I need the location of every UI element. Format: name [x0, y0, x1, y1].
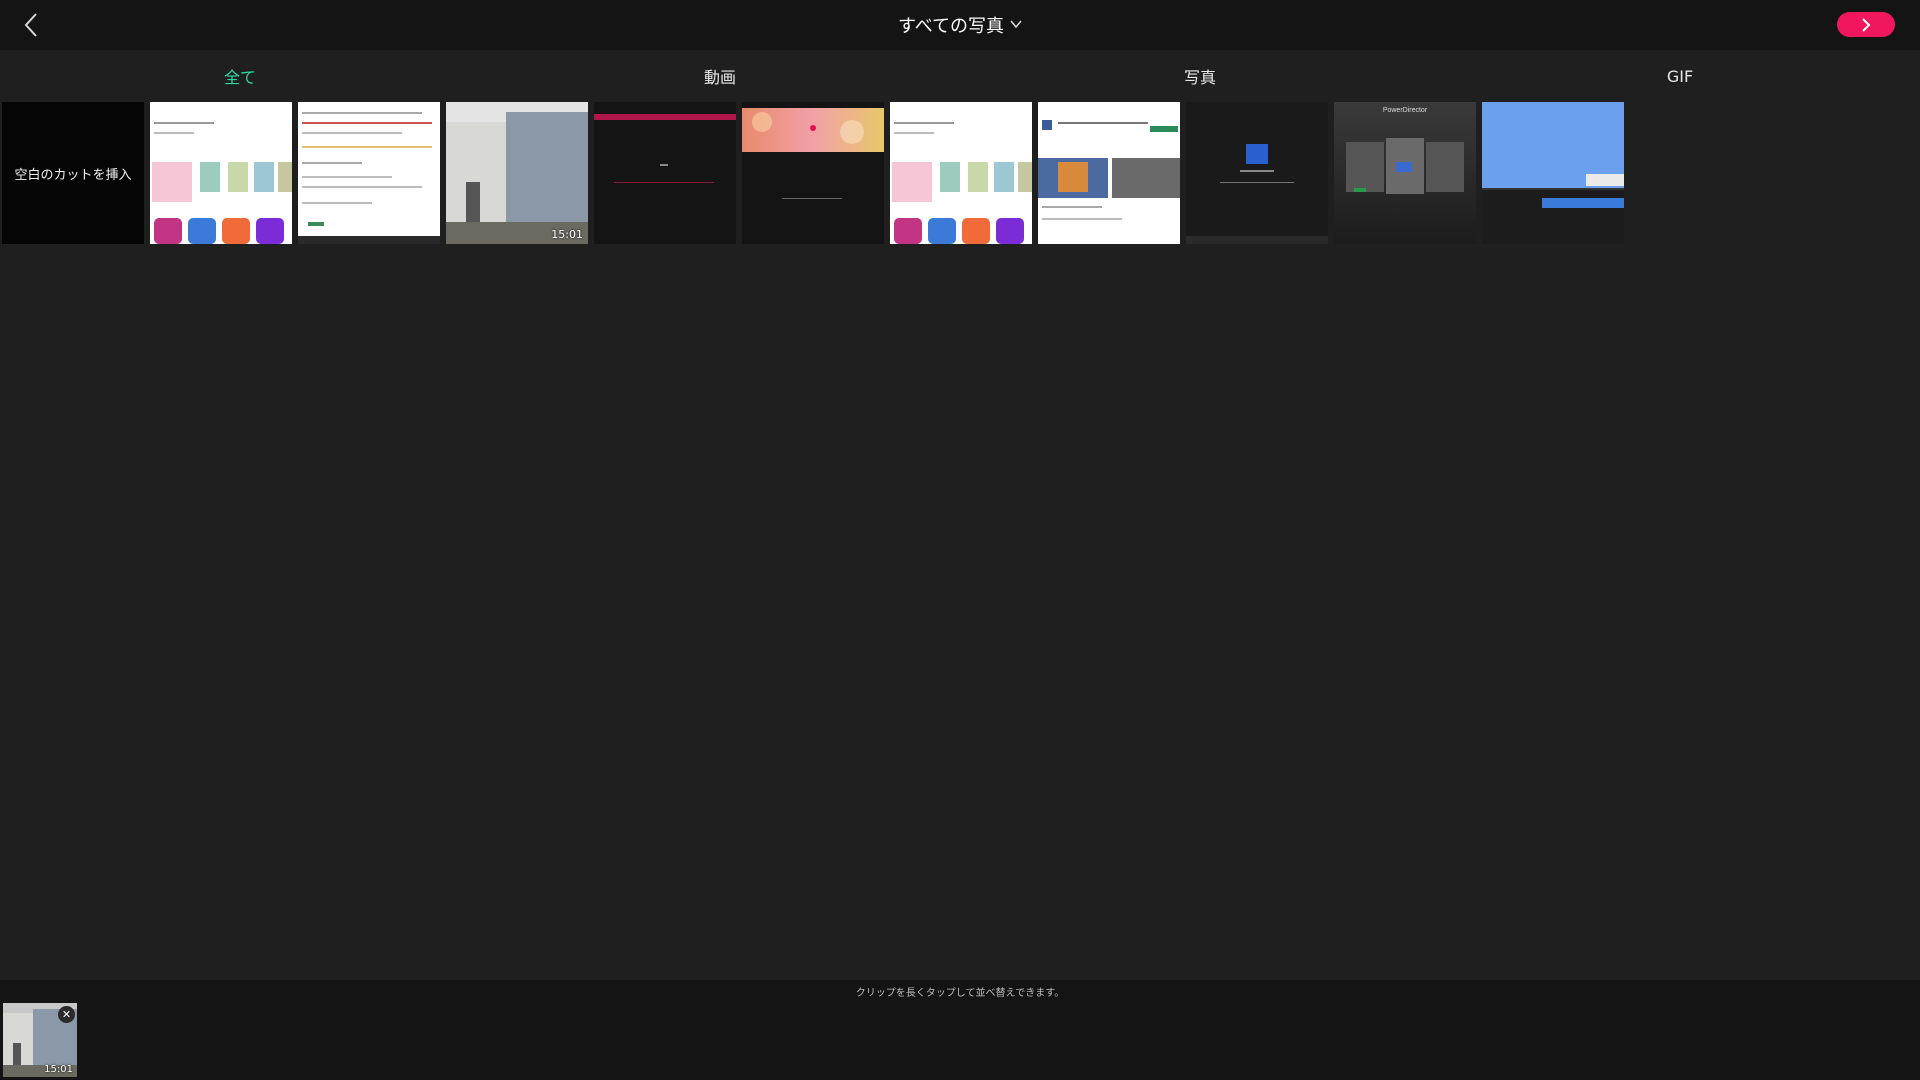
insert-blank-cut-tile[interactable]: 空白のカットを挿入 — [2, 102, 144, 244]
next-button[interactable] — [1837, 12, 1895, 37]
blue-screenshot-image — [1482, 102, 1624, 244]
powerdirector-screenshot-image: PowerDirector — [1334, 102, 1476, 244]
insert-blank-cut-label: 空白のカットを挿入 — [14, 167, 132, 183]
reorder-hint: クリップを長くタップして並べ替えできます。 — [855, 988, 1065, 999]
dark-screenshot-image — [594, 102, 736, 244]
chevron-down-icon — [1010, 20, 1022, 29]
media-grid: 空白のカットを挿入 15:01 PowerDirector — [2, 102, 1630, 244]
selected-clips-tray: クリップを長くタップして並べ替えできます。 ✕ 15:01 — [0, 980, 1920, 1080]
apps-screenshot-image — [890, 102, 1032, 244]
building-video-image — [446, 102, 588, 244]
tab-gif[interactable]: GIF — [1440, 50, 1920, 102]
media-thumbnail[interactable] — [1482, 102, 1624, 244]
remove-clip-button[interactable]: ✕ — [58, 1006, 75, 1023]
album-selector[interactable]: すべての写真 — [0, 0, 1920, 50]
media-thumbnail[interactable] — [1038, 102, 1180, 244]
tab-all[interactable]: 全て — [0, 50, 480, 102]
media-thumbnail[interactable] — [594, 102, 736, 244]
album-title: すべての写真 — [897, 16, 1005, 37]
media-thumbnail[interactable]: PowerDirector — [1334, 102, 1476, 244]
store-screenshot-image — [1038, 102, 1180, 244]
document-screenshot-image — [298, 102, 440, 244]
bokeh-screenshot-image — [742, 102, 884, 244]
media-thumbnail[interactable] — [742, 102, 884, 244]
close-icon: ✕ — [61, 1008, 72, 1021]
media-thumbnail[interactable] — [890, 102, 1032, 244]
splash-screenshot-image — [1186, 102, 1328, 244]
selected-clip[interactable]: ✕ 15:01 — [3, 1003, 77, 1077]
top-bar: すべての写真 — [0, 0, 1920, 50]
tab-photo[interactable]: 写真 — [960, 50, 1440, 102]
media-thumbnail[interactable] — [298, 102, 440, 244]
tab-video[interactable]: 動画 — [480, 50, 960, 102]
media-thumbnail[interactable] — [1186, 102, 1328, 244]
video-duration: 15:01 — [551, 228, 583, 241]
powerdirector-caption: PowerDirector — [1383, 107, 1428, 114]
media-thumbnail-video[interactable]: 15:01 — [446, 102, 588, 244]
media-type-tabs: 全て 動画 写真 GIF — [0, 50, 1920, 102]
clip-duration: 15:01 — [44, 1064, 73, 1075]
chevron-right-icon — [1862, 17, 1871, 32]
media-thumbnail[interactable] — [150, 102, 292, 244]
apps-screenshot-image — [150, 102, 292, 244]
